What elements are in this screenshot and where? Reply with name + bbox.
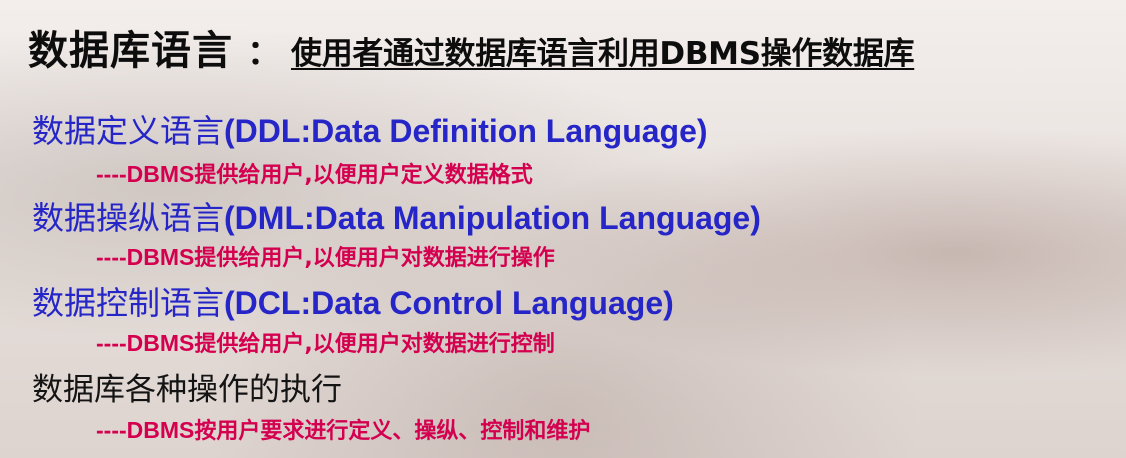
heading-ddl-cn: 数据定义语言 [32,112,225,150]
desc-ddl-prefix: ----DBMS [96,161,195,187]
heading-execution-cn: 数据库各种操作的执行 [32,372,342,408]
title-subtitle: 使用者通过数据库语言利用DBMS操作数据库 [291,36,915,72]
heading-ddl: 数据定义语言(DDL:Data Definition Language) [32,106,708,152]
desc-ddl: ----DBMS提供给用户,以便用户定义数据格式 [96,157,533,189]
slide-title: 数据库语言 ： 使用者通过数据库语言利用DBMS操作数据库 [28,18,915,76]
desc-dcl: ----DBMS提供给用户,以便用户对数据进行控制 [96,326,555,358]
desc-dcl-text: 提供给用户,以便用户对数据进行控制 [194,332,555,357]
heading-dcl-cn: 数据控制语言 [32,284,225,322]
desc-dml: ----DBMS提供给用户,以便用户对数据进行操作 [96,240,555,272]
heading-dml: 数据操纵语言(DML:Data Manipulation Language) [32,193,761,239]
desc-ddl-text: 提供给用户,以便用户定义数据格式 [194,163,533,188]
heading-dml-cn: 数据操纵语言 [32,199,225,237]
heading-dcl-en: (DCL:Data Control Language) [224,285,674,321]
desc-execution: ----DBMS按用户要求进行定义、操纵、控制和维护 [96,413,590,445]
heading-ddl-en: (DDL:Data Definition Language) [224,113,708,149]
heading-dcl: 数据控制语言(DCL:Data Control Language) [32,278,674,324]
title-main: 数据库语言 [28,28,233,74]
desc-dcl-prefix: ----DBMS [96,330,195,356]
desc-execution-text: 按用户要求进行定义、操纵、控制和维护 [194,419,591,444]
desc-dml-prefix: ----DBMS [96,244,195,270]
heading-dml-en: (DML:Data Manipulation Language) [224,200,761,236]
title-colon: ： [247,33,281,73]
desc-execution-prefix: ----DBMS [96,417,195,443]
slide: 数据库语言 ： 使用者通过数据库语言利用DBMS操作数据库 数据定义语言(DDL:D… [0,0,1126,458]
desc-dml-text: 提供给用户,以便用户对数据进行操作 [194,246,555,271]
heading-execution: 数据库各种操作的执行 [32,364,342,409]
